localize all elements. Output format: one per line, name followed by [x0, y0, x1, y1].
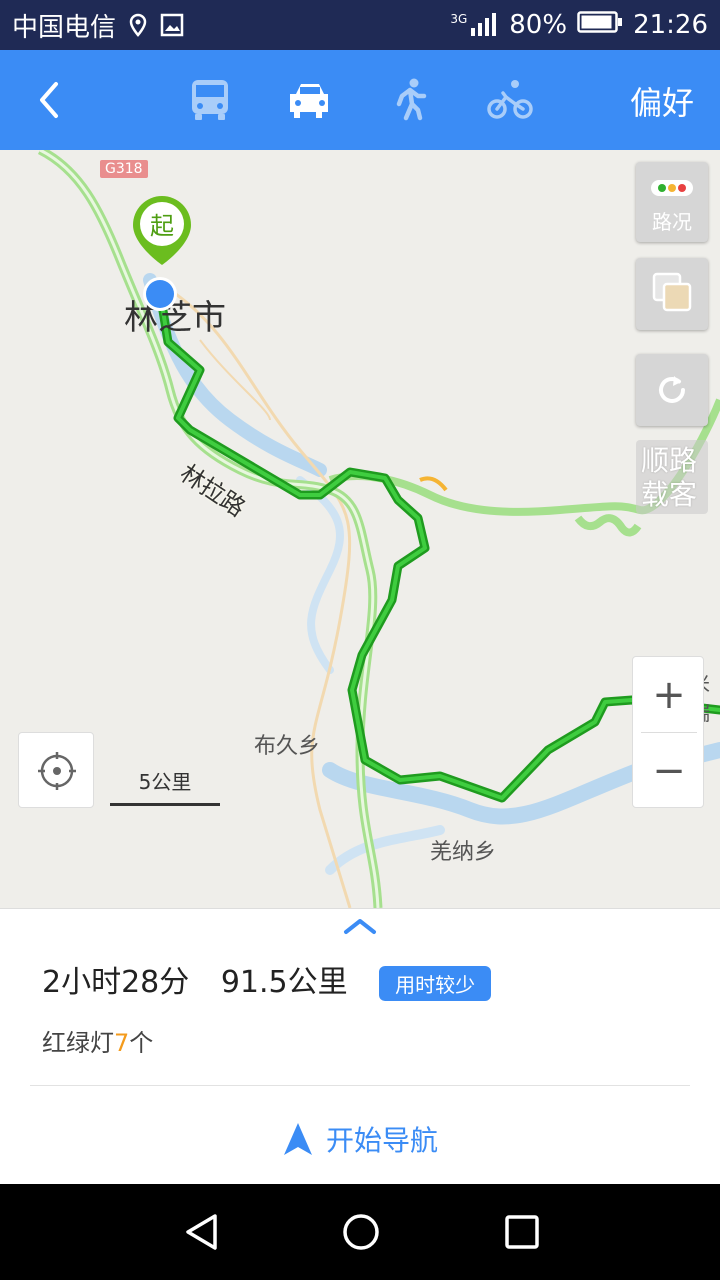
system-nav-bar	[0, 1184, 720, 1280]
traffic-label: 路况	[652, 210, 692, 234]
ride-share-line1: 顺路	[640, 444, 697, 477]
bus-icon	[192, 80, 228, 120]
start-marker-label: 起	[150, 212, 174, 240]
fastest-badge: 用时较少	[379, 966, 492, 1001]
walk-icon	[396, 78, 427, 121]
chevron-up-icon[interactable]	[342, 915, 378, 937]
ride-share-line2: 载客	[640, 478, 697, 511]
route-distance: 91.5公里	[220, 965, 348, 1000]
refresh-button[interactable]	[636, 354, 708, 426]
preference-button[interactable]: 偏好	[630, 78, 694, 124]
lights-suffix: 个	[129, 1029, 154, 1057]
network-type: 3G	[450, 12, 468, 26]
car-mode-tab[interactable]	[286, 76, 334, 124]
locate-me-button[interactable]	[18, 732, 94, 808]
walk-mode-tab[interactable]	[386, 76, 434, 124]
map-view[interactable]: G318 起 林芝市 林拉路 布久乡 羌纳乡 米瑞 路况 顺路 载客	[0, 150, 720, 908]
bus-mode-tab[interactable]	[186, 76, 234, 124]
battery-percent: 80%	[509, 10, 568, 40]
location-icon	[128, 13, 148, 37]
current-location-dot	[143, 277, 177, 311]
traffic-light-icon	[651, 180, 693, 196]
back-triangle-icon[interactable]	[182, 1212, 222, 1252]
route-mode-bar: 偏好	[0, 50, 720, 150]
battery-icon	[577, 10, 623, 41]
place-label-bujiu: 布久乡	[254, 734, 321, 759]
ride-share-label: 顺路 载客	[634, 444, 704, 512]
scale-label: 5公里	[138, 770, 192, 794]
road-badge: G318	[100, 160, 148, 178]
map-scale: 5公里	[110, 762, 220, 806]
lights-prefix: 红绿灯	[42, 1029, 114, 1057]
car-icon	[290, 84, 328, 118]
status-bar: 中国电信 3G 80% 21:26	[0, 0, 720, 50]
chevron-left-icon	[40, 82, 58, 118]
crosshair-icon	[38, 752, 76, 790]
layers-button[interactable]	[636, 258, 708, 330]
traffic-lights-info: 红绿灯7个	[42, 1023, 153, 1058]
zoom-in-button[interactable]: +	[633, 657, 705, 733]
zoom-control: + −	[632, 656, 704, 808]
start-navigation-button[interactable]: 开始导航	[0, 1119, 720, 1159]
home-circle-icon[interactable]	[341, 1212, 381, 1252]
place-label-qiangna: 羌纳乡	[430, 840, 497, 865]
image-icon	[160, 13, 184, 37]
recents-square-icon[interactable]	[502, 1212, 542, 1252]
back-button[interactable]	[30, 80, 70, 120]
refresh-icon	[659, 376, 685, 403]
bike-icon	[487, 80, 533, 119]
route-duration: 2小时28分	[42, 965, 190, 1000]
clock: 21:26	[633, 10, 708, 40]
map-canvas	[37, 150, 720, 908]
lights-count: 7	[114, 1029, 130, 1057]
start-navigation-label: 开始导航	[325, 1124, 438, 1157]
divider	[30, 1085, 690, 1086]
carrier-name: 中国电信	[12, 12, 117, 43]
route-summary-panel: 2小时28分 91.5公里 用时较少 红绿灯7个 开始导航	[0, 908, 720, 1184]
traffic-button[interactable]: 路况	[636, 162, 708, 242]
bike-mode-tab[interactable]	[486, 76, 534, 124]
route-summary: 2小时28分 91.5公里 用时较少	[42, 957, 513, 1001]
navigation-arrow-icon	[283, 1123, 312, 1155]
zoom-out-button[interactable]: −	[633, 733, 705, 809]
layers-icon	[652, 272, 692, 312]
signal-icon: 3G	[450, 12, 499, 38]
scale-bar	[110, 803, 220, 806]
